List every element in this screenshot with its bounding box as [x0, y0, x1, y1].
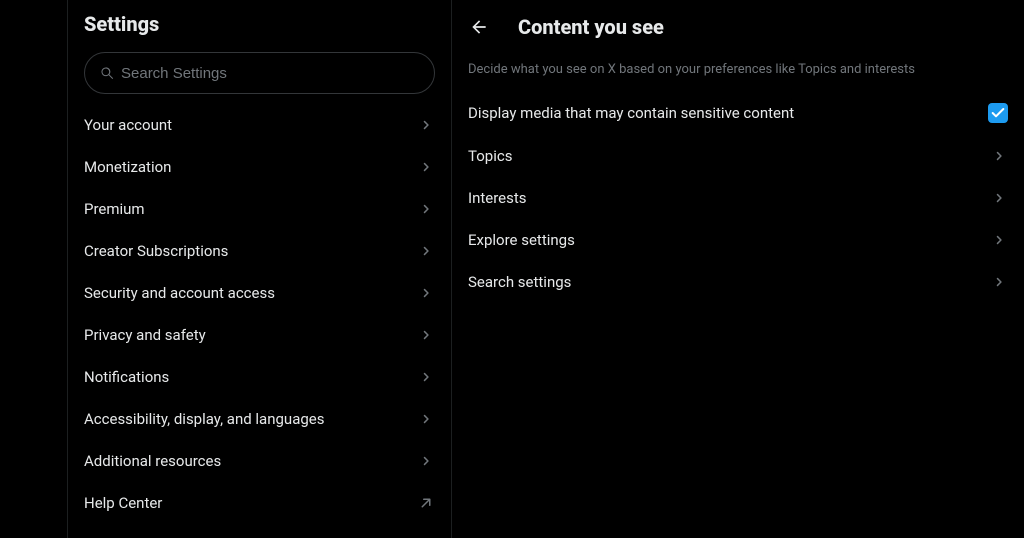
chevron-right-icon: [417, 368, 435, 386]
settings-nav: Your account Monetization Premium Creato…: [68, 98, 451, 524]
settings-title: Settings: [84, 12, 435, 36]
chevron-right-icon: [417, 200, 435, 218]
nav-item-accessibility[interactable]: Accessibility, display, and languages: [68, 398, 451, 440]
nav-item-label: Your account: [84, 116, 172, 134]
link-label: Interests: [468, 189, 527, 207]
chevron-right-icon: [417, 410, 435, 428]
nav-item-label: Monetization: [84, 158, 171, 176]
sensitive-content-checkbox[interactable]: [988, 103, 1008, 123]
chevron-right-icon: [417, 452, 435, 470]
chevron-right-icon: [990, 273, 1008, 291]
nav-item-label: Security and account access: [84, 284, 275, 302]
chevron-right-icon: [417, 242, 435, 260]
nav-item-creator-subscriptions[interactable]: Creator Subscriptions: [68, 230, 451, 272]
nav-item-additional-resources[interactable]: Additional resources: [68, 440, 451, 482]
nav-item-label: Help Center: [84, 494, 162, 512]
nav-item-security[interactable]: Security and account access: [68, 272, 451, 314]
nav-item-label: Accessibility, display, and languages: [84, 410, 324, 428]
nav-item-premium[interactable]: Premium: [68, 188, 451, 230]
left-gutter: [0, 0, 68, 538]
nav-item-your-account[interactable]: Your account: [68, 104, 451, 146]
nav-item-help-center[interactable]: Help Center: [68, 482, 451, 524]
link-label: Search settings: [468, 273, 571, 291]
chevron-right-icon: [990, 147, 1008, 165]
sensitive-content-label: Display media that may contain sensitive…: [468, 104, 794, 122]
chevron-right-icon: [417, 116, 435, 134]
sidebar-header: Settings: [68, 0, 451, 44]
check-icon: [990, 105, 1006, 121]
nav-item-privacy[interactable]: Privacy and safety: [68, 314, 451, 356]
sensitive-content-toggle-row[interactable]: Display media that may contain sensitive…: [452, 91, 1024, 135]
chevron-right-icon: [990, 189, 1008, 207]
link-interests[interactable]: Interests: [452, 177, 1024, 219]
link-search-settings[interactable]: Search settings: [452, 261, 1024, 303]
search-wrapper: [68, 44, 451, 98]
chevron-right-icon: [417, 284, 435, 302]
settings-sidebar: Settings Your account Monetization Premi…: [68, 0, 452, 538]
chevron-right-icon: [417, 158, 435, 176]
nav-item-label: Creator Subscriptions: [84, 242, 228, 260]
search-icon: [99, 65, 115, 81]
nav-item-notifications[interactable]: Notifications: [68, 356, 451, 398]
chevron-right-icon: [990, 231, 1008, 249]
page-title: Content you see: [518, 15, 664, 39]
nav-item-label: Privacy and safety: [84, 326, 206, 344]
link-topics[interactable]: Topics: [452, 135, 1024, 177]
back-button[interactable]: [462, 10, 496, 44]
content-panel: Content you see Decide what you see on X…: [452, 0, 1024, 538]
arrow-left-icon: [469, 17, 489, 37]
nav-item-label: Notifications: [84, 368, 169, 386]
link-explore-settings[interactable]: Explore settings: [452, 219, 1024, 261]
nav-item-monetization[interactable]: Monetization: [68, 146, 451, 188]
search-input[interactable]: [121, 65, 420, 82]
nav-item-label: Premium: [84, 200, 145, 218]
link-label: Topics: [468, 147, 512, 165]
content-header: Content you see: [452, 0, 1024, 52]
chevron-right-icon: [417, 326, 435, 344]
link-label: Explore settings: [468, 231, 575, 249]
search-container[interactable]: [84, 52, 435, 94]
external-link-icon: [417, 494, 435, 512]
page-description: Decide what you see on X based on your p…: [452, 52, 1024, 91]
nav-item-label: Additional resources: [84, 452, 221, 470]
